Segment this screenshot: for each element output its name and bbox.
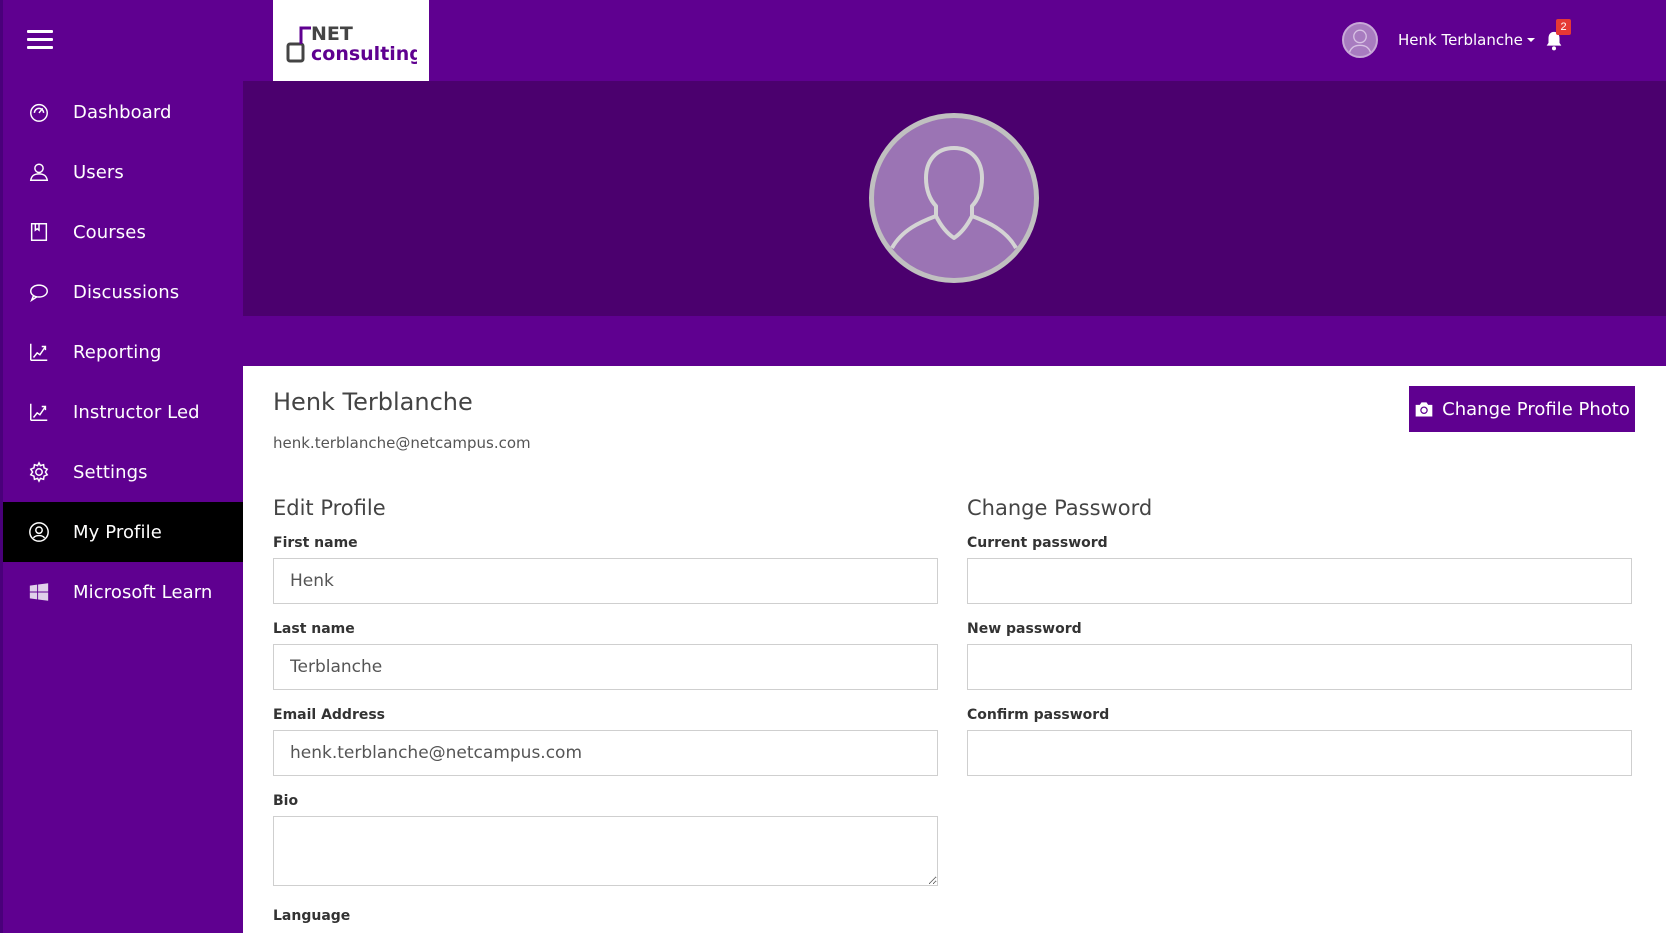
confirm-password-input[interactable] [967,730,1632,776]
user-menu[interactable]: Henk Terblanche [1342,22,1535,58]
sidebar-item-courses[interactable]: Courses [3,202,243,262]
bio-textarea[interactable] [273,816,938,886]
sidebar-item-instructor-led[interactable]: Instructor Led [3,382,243,442]
edit-profile-title: Edit Profile [273,496,386,520]
sidebar-item-label: Discussions [73,281,180,303]
chart-icon [27,340,51,364]
new-password-label: New password [967,621,1082,637]
svg-text:NET: NET [311,23,353,45]
profile-email: henk.terblanche@netcampus.com [273,434,531,452]
notification-badge: 2 [1556,19,1571,35]
camera-icon [1415,402,1433,417]
change-profile-photo-button[interactable]: Change Profile Photo [1409,386,1635,432]
profile-avatar [869,113,1039,283]
gear-icon [27,460,51,484]
confirm-password-label: Confirm password [967,707,1110,723]
user-icon [27,160,51,184]
logo-icon: NET consulting [286,23,417,65]
last-name-label: Last name [273,621,355,637]
sidebar-item-label: Reporting [73,341,162,363]
first-name-label: First name [273,535,358,551]
sidebar-item-microsoft-learn[interactable]: Microsoft Learn [3,562,243,622]
sidebar-item-reporting[interactable]: Reporting [3,322,243,382]
profile-name: Henk Terblanche [273,388,473,416]
profile-icon [27,520,51,544]
email-field[interactable] [273,730,938,776]
sidebar-item-dashboard[interactable]: Dashboard [3,82,243,142]
first-name-input[interactable] [273,558,938,604]
bio-label: Bio [273,793,299,809]
new-password-input[interactable] [967,644,1632,690]
last-name-input[interactable] [273,644,938,690]
sidebar-item-label: Courses [73,221,146,243]
user-silhouette-icon [1347,29,1373,56]
banner-strip [243,316,1666,366]
current-password-label: Current password [967,535,1108,551]
sidebar-item-label: Settings [73,461,148,483]
sidebar-item-users[interactable]: Users [3,142,243,202]
chevron-down-icon [1526,38,1535,42]
sidebar-item-label: My Profile [73,521,162,543]
sidebar-item-label: Instructor Led [73,401,200,423]
sidebar-item-settings[interactable]: Settings [3,442,243,502]
book-icon [27,220,51,244]
sidebar-nav: Dashboard Users Courses Discussions Repo… [3,82,243,622]
change-profile-photo-label: Change Profile Photo [1442,398,1630,420]
change-password-title: Change Password [967,496,1153,520]
sidebar-item-label: Users [73,161,124,183]
sidebar-item-discussions[interactable]: Discussions [3,262,243,322]
sidebar-item-label: Microsoft Learn [73,581,213,603]
avatar [1342,22,1378,58]
language-label: Language [273,908,351,924]
sidebar-item-label: Dashboard [73,101,172,123]
sidebar-item-my-profile[interactable]: My Profile [3,502,243,562]
windows-icon [27,580,51,604]
logo[interactable]: NET consulting [273,0,429,81]
dashboard-icon [27,100,51,124]
current-password-input[interactable] [967,558,1632,604]
user-name: Henk Terblanche [1398,31,1523,49]
email-address-label: Email Address [273,707,386,723]
hamburger-menu-icon[interactable] [27,30,53,50]
sidebar: Dashboard Users Courses Discussions Repo… [0,0,243,933]
chart-icon [27,400,51,424]
svg-text:consulting: consulting [311,43,417,65]
chat-bubble-icon [27,280,51,304]
user-silhouette-icon [890,146,1018,250]
